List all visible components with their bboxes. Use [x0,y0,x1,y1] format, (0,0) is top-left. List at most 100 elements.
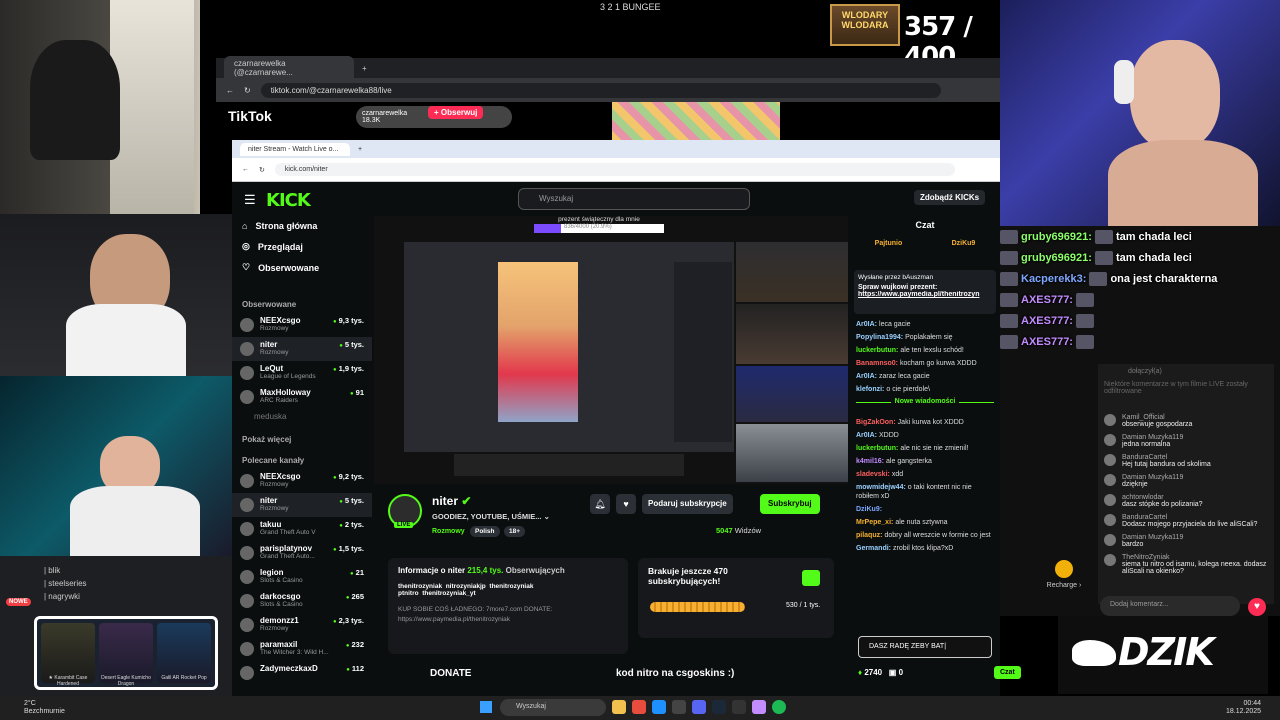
channel-item[interactable]: niterRozmowy 5 tys. [232,493,372,517]
explorer-icon[interactable] [612,700,626,714]
tag-language[interactable]: Polish [470,526,500,537]
chat-username[interactable]: MrPepe_xi: [856,519,893,526]
spotify-icon[interactable] [772,700,786,714]
channel-item[interactable]: legionSlots & Casino 21 [232,565,372,589]
chat-username[interactable]: Banamnso0: [856,360,898,367]
channel-item[interactable]: parisplatynovGrand Theft Auto... 1,5 tys. [232,541,372,565]
channel-item[interactable]: MaxHollowayARC Raiders 91 [232,385,372,409]
recharge-button[interactable]: Recharge › [1036,560,1092,606]
coin-icon [1055,560,1073,578]
chat-input[interactable]: DASZ RADĘ ZEBY BAT| [858,636,992,658]
chat-username[interactable]: Popylina1994: [856,334,903,341]
weather-widget[interactable]: 2°C Bezchmurnie [24,700,65,716]
gift-link[interactable]: https://www.paymedia.pl/thenitrozyn [858,291,992,298]
gift-sub-button[interactable]: Podaruj subskrypcje [642,494,733,514]
social-ptnitro[interactable]: ptnitro [398,590,419,597]
offline-channel[interactable]: meduska [232,409,372,433]
tiktok-comment-input[interactable]: Dodaj komentarz... [1100,596,1240,616]
obs-icon[interactable] [732,700,746,714]
social-x[interactable]: thenitrozyniak [398,583,442,590]
terminal-icon[interactable] [672,700,686,714]
tag-age[interactable]: 18+ [504,526,526,537]
chat-username[interactable]: luckerbutun: [856,445,898,452]
tiktok-username[interactable]: BanduraCartel [1122,454,1211,461]
channel-steelseries[interactable]: | steelseries [0,577,232,590]
channel-item[interactable]: takuuGrand Theft Auto V 2 tys. [232,517,372,541]
channel-item[interactable]: darkocsgoSlots & Casino 265 [232,589,372,613]
channel-item[interactable]: LeQutLeague of Legends 1,9 tys. [232,361,372,385]
tiktok-follow-button[interactable]: + Obserwuj [428,106,484,119]
back-icon[interactable]: ← [226,86,234,95]
channel-item[interactable]: NEEXcsgoRozmowy 9,2 tys. [232,469,372,493]
donate-panel[interactable]: DONATE [430,668,471,679]
video-player[interactable]: prezent świąteczny dla mnie 836/4000 (20… [374,216,848,484]
show-more-link[interactable]: Pokaż więcej [232,433,372,448]
nitro-panel[interactable]: kod nitro na csgoskins :) [616,668,734,679]
subscribe-button[interactable]: Subskrybuj [760,494,820,514]
tiktok-username[interactable]: BanduraCartel [1122,514,1257,521]
tiktok-username[interactable]: Damian Muzyka119 [1122,474,1183,481]
tiktok-username[interactable]: TheNitroZyniak [1122,554,1268,561]
bell-icon[interactable]: 🔔︎ [590,494,610,514]
tiktok-url[interactable]: tiktok.com/@czarnarewelka88/live [260,82,941,98]
tiktok-username[interactable]: Damian Muzyka119 [1122,534,1183,541]
nav-browse[interactable]: ◎ Przeglądaj [232,236,372,257]
taskbar-search[interactable]: Wyszukaj [500,699,606,716]
chat-username[interactable]: Ar0IA: [856,321,877,328]
menu-icon[interactable]: ☰ [244,192,256,208]
social-facebook[interactable]: nitrozyniakjp [446,583,486,590]
new-tab-button[interactable]: + [358,146,362,153]
chevron-down-icon[interactable]: ⌄ [544,512,550,521]
taskbar-clock[interactable]: 00:44 18.12.2025 [1226,700,1261,716]
chat-username[interactable]: Ar0IA: [856,432,877,439]
chat-username[interactable]: BigZakOon: [856,419,896,426]
chat-username[interactable]: mowmidejw44: [856,484,906,491]
stream-category[interactable]: Rozmowy [432,528,465,535]
reload-icon[interactable]: ↻ [259,166,265,174]
channel-item[interactable]: niterRozmowy 5 tys. [232,337,372,361]
tiktok-username[interactable]: achtonwlodar [1122,494,1203,501]
social-instagram[interactable]: thenitrozyniak [489,583,533,590]
discord-icon[interactable] [692,700,706,714]
channel-nagrywki[interactable]: | nagrywki [0,590,232,603]
edge-icon[interactable] [652,700,666,714]
channel-category: League of Legends [260,373,316,380]
chat-username[interactable]: luckerbutun: [856,347,898,354]
windows-start-icon[interactable] [480,701,492,713]
channel-item[interactable]: paramaxilThe Witcher 3: Wild H... 232 [232,637,372,661]
chat-username[interactable]: Ar0IA: [856,373,877,380]
kick-logo[interactable]: KICK [266,190,311,211]
kick-url[interactable]: kick.com/niter [274,163,955,176]
tiktok-avatar [1104,454,1116,466]
new-tab-button[interactable]: + [362,64,367,73]
channel-item[interactable]: ZadymeczkaxD 112 [232,661,372,685]
kick-tab[interactable]: niter Stream - Watch Live o... [240,142,350,156]
chat-username[interactable]: k4mil16: [856,458,884,465]
tiktok-logo[interactable]: TikTok [228,108,272,124]
chat-username[interactable]: klefonzi: [856,386,884,393]
chat-username[interactable]: sladevski: [856,471,890,478]
browser-icon[interactable] [752,700,766,714]
social-tiktok[interactable]: thenitrozyniak_yt [422,590,475,597]
chrome-icon[interactable] [632,700,646,714]
back-icon[interactable]: ← [242,166,249,173]
tiktok-tab[interactable]: czarnarewelka (@czarnarewe... [224,56,354,80]
chat-username[interactable]: pilaquz: [856,532,882,539]
chat-send-button[interactable]: Czat [994,666,1021,679]
tiktok-username[interactable]: Kamil_Official [1122,414,1192,421]
get-kicks-button[interactable]: Zdobądź KICKs [914,190,986,205]
channel-blik[interactable]: | blik [0,556,232,577]
steam-icon[interactable] [712,700,726,714]
reload-icon[interactable]: ↻ [244,86,251,95]
tiktok-heart-icon[interactable]: ♥ [1248,598,1266,616]
channel-item[interactable]: NEEXcsgoRozmowy 9,3 tys. [232,313,372,337]
kick-search-input[interactable]: Wyszukaj [518,188,750,210]
channel-item[interactable]: demonzz1Rozmowy 2,3 tys. [232,613,372,637]
tiktok-username[interactable]: Damian Muzyka119 [1122,434,1183,441]
streamer-name[interactable]: niter ✔ [432,494,471,508]
nav-home[interactable]: ⌂ Strona główna [232,216,372,236]
chat-username[interactable]: Germandi: [856,545,891,552]
nav-following[interactable]: ♡ Obserwowane [232,257,372,278]
follow-heart-icon[interactable]: ♥ [616,494,636,514]
chat-username[interactable]: DziKu9: [856,506,882,513]
